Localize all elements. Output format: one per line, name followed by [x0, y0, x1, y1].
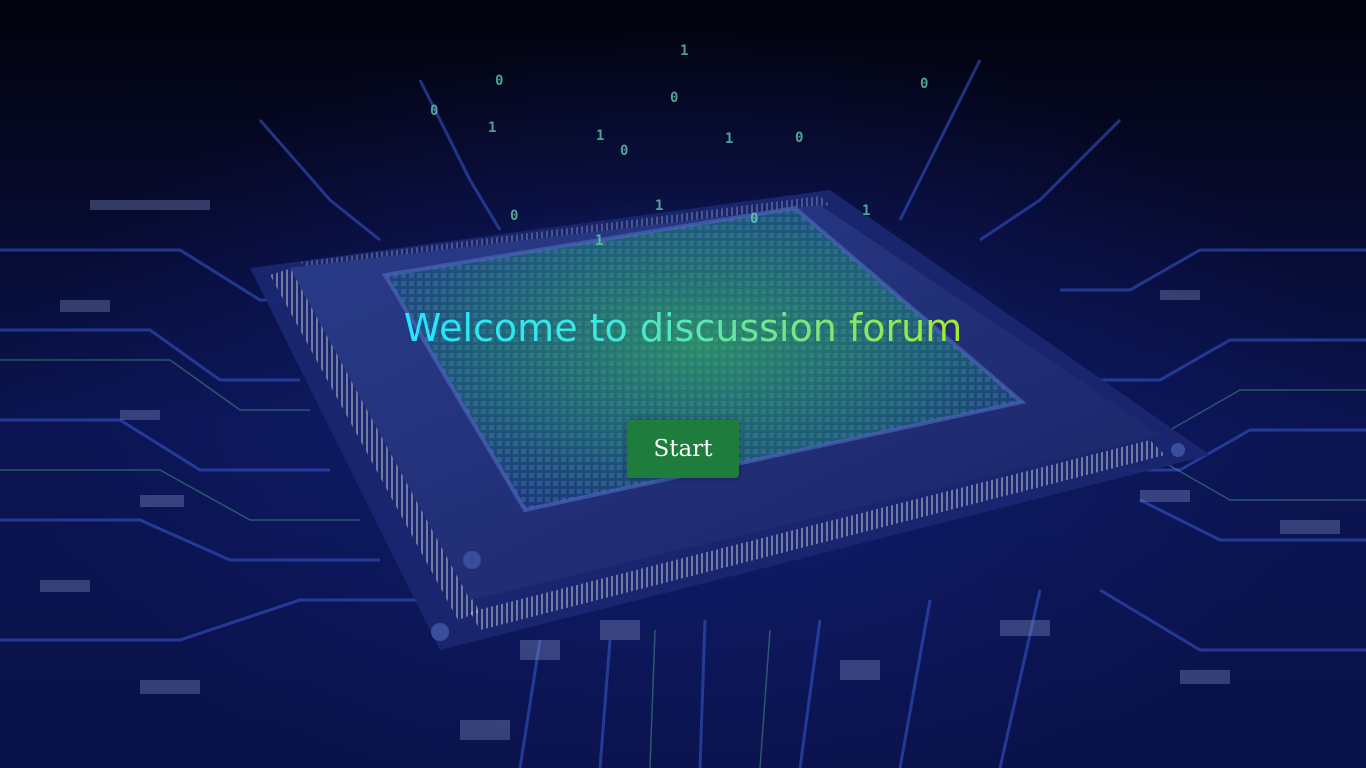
- svg-text:1: 1: [655, 198, 663, 214]
- welcome-heading-container: Welcome to discussion forum: [0, 300, 1366, 356]
- start-button[interactable]: Start: [627, 420, 739, 478]
- svg-text:0: 0: [670, 90, 678, 106]
- svg-text:0: 0: [510, 208, 518, 224]
- svg-text:0: 0: [920, 76, 928, 92]
- landing-page: 0 0 1 0 1 1 0 1 0 0 0 1 0 1 1 Welcome to…: [0, 0, 1366, 768]
- svg-text:0: 0: [620, 143, 628, 159]
- svg-text:0: 0: [430, 103, 438, 119]
- svg-text:1: 1: [725, 131, 733, 147]
- svg-text:1: 1: [595, 233, 603, 249]
- svg-text:0: 0: [795, 130, 803, 146]
- svg-text:0: 0: [495, 73, 503, 89]
- svg-text:1: 1: [596, 128, 604, 144]
- svg-text:1: 1: [488, 120, 496, 136]
- svg-text:1: 1: [862, 203, 870, 219]
- svg-text:0: 0: [750, 211, 758, 227]
- svg-text:1: 1: [680, 43, 688, 59]
- welcome-heading: Welcome to discussion forum: [404, 300, 963, 356]
- circuit-board-background: 0 0 1 0 1 1 0 1 0 0 0 1 0 1 1: [0, 43, 1366, 768]
